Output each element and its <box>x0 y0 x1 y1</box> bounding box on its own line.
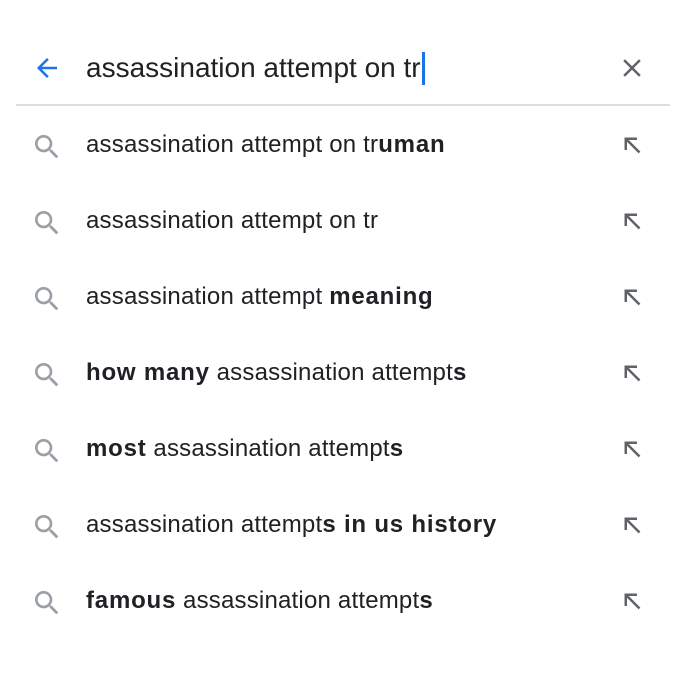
suggestion-item[interactable]: famous assassination attempts <box>0 563 679 639</box>
fill-query-button[interactable] <box>614 127 650 163</box>
suggestion-highlight: how many <box>86 359 210 386</box>
suggestion-item[interactable]: assassination attempts in us history <box>0 487 679 563</box>
suggestion-segment: assassination attempt on tr <box>86 131 379 158</box>
search-icon <box>35 363 59 387</box>
suggestion-text: most assassination attempts <box>86 411 404 487</box>
fill-query-button[interactable] <box>614 355 650 391</box>
suggestion-segment: assassination attempt on tr <box>86 207 379 234</box>
arrow-left-icon <box>37 58 57 78</box>
suggestion-list: assassination attempt on truman assassina… <box>0 107 679 639</box>
fill-query-button[interactable] <box>614 431 650 467</box>
suggestion-text: famous assassination attempts <box>86 563 434 639</box>
fill-query-button[interactable] <box>614 279 650 315</box>
suggestion-segment: assassination attempt <box>176 587 420 614</box>
suggestion-highlight: meaning <box>329 283 434 310</box>
suggestion-text: assassination attempts in us history <box>86 487 497 563</box>
arrow-up-left-icon <box>624 517 641 534</box>
arrow-up-left-icon <box>624 593 641 610</box>
search-icon <box>35 439 59 463</box>
search-bar: assassination attempt on tr <box>0 0 679 106</box>
suggestion-highlight: s in us history <box>322 511 498 538</box>
suggestion-highlight: most <box>86 435 147 462</box>
search-query-text: assassination attempt on tr <box>86 52 421 83</box>
fill-query-button[interactable] <box>614 583 650 619</box>
close-icon <box>623 59 641 77</box>
suggestion-highlight: s <box>389 435 404 462</box>
arrow-up-left-icon <box>624 441 641 458</box>
text-cursor <box>421 51 425 85</box>
search-icon <box>35 211 59 235</box>
search-icon <box>35 515 59 539</box>
suggestion-segment: assassination attempt <box>209 359 453 386</box>
suggestion-text: assassination attempt meaning <box>86 259 434 335</box>
suggestion-text: how many assassination attempts <box>86 335 467 411</box>
suggestion-segment: assassination attempt <box>86 283 330 310</box>
suggestion-item[interactable]: assassination attempt on tr <box>0 183 679 259</box>
suggestion-segment: assassination attempt <box>86 511 323 538</box>
suggestion-text: assassination attempt on tr <box>86 183 378 259</box>
fill-query-button[interactable] <box>614 203 650 239</box>
suggestion-item[interactable]: assassination attempt meaning <box>0 259 679 335</box>
search-divider <box>16 104 670 106</box>
suggestion-highlight: s <box>419 587 434 614</box>
suggestion-item[interactable]: how many assassination attempts <box>0 335 679 411</box>
arrow-up-left-icon <box>624 289 641 306</box>
back-button[interactable] <box>27 48 67 88</box>
search-input[interactable]: assassination attempt on tr <box>86 46 425 90</box>
suggestion-highlight: famous <box>86 587 177 614</box>
suggestion-item[interactable]: assassination attempt on truman <box>0 107 679 183</box>
clear-button[interactable] <box>612 48 652 88</box>
suggestion-item[interactable]: most assassination attempts <box>0 411 679 487</box>
search-icon <box>35 287 59 311</box>
fill-query-button[interactable] <box>614 507 650 543</box>
search-icon <box>35 591 59 615</box>
arrow-up-left-icon <box>624 213 641 230</box>
suggestion-highlight: s <box>452 359 468 386</box>
suggestion-highlight: uman <box>378 131 446 158</box>
suggestion-segment: assassination attempt <box>146 435 390 462</box>
search-icon <box>35 135 59 159</box>
suggestion-text: assassination attempt on truman <box>86 107 445 183</box>
arrow-up-left-icon <box>624 365 641 382</box>
arrow-up-left-icon <box>624 137 641 154</box>
